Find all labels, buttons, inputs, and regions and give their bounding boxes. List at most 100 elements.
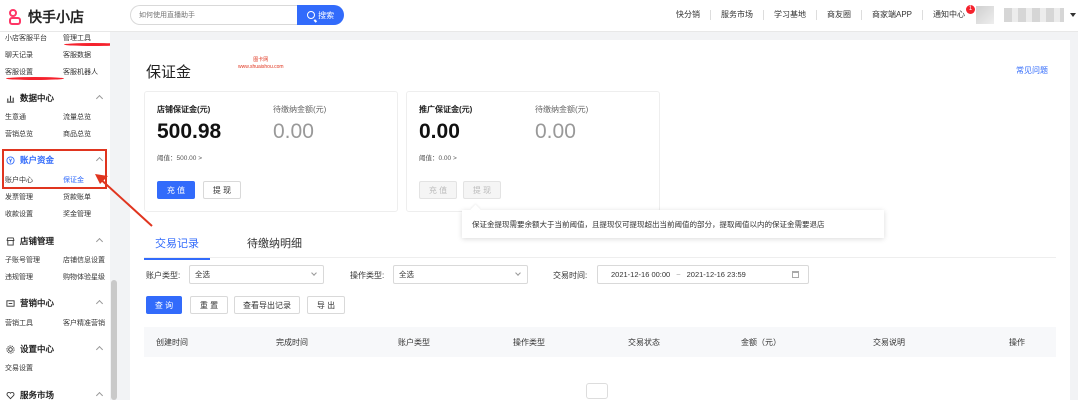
- sidebar-item-precision-marketing[interactable]: 客户精准营销: [63, 318, 110, 328]
- sidebar-row: 客服设置 客服机器人: [5, 67, 110, 84]
- sidebar-item-label: 客服设置: [5, 69, 33, 76]
- nav-service-market[interactable]: 服务市场: [710, 10, 763, 20]
- column-header: 金额（元）: [741, 337, 781, 347]
- view-export-records-button[interactable]: 查看导出记录: [234, 296, 300, 314]
- sidebar-item-violations[interactable]: 违规管理: [5, 272, 63, 282]
- operation-type-label: 操作类型:: [350, 271, 385, 280]
- faq-link[interactable]: 常见问题: [1016, 65, 1048, 76]
- tab-pending-details[interactable]: 待缴纳明细: [236, 232, 313, 260]
- operation-type-select[interactable]: 全选: [393, 265, 528, 284]
- sidebar-item-sub-accounts[interactable]: 子账号管理: [5, 255, 63, 265]
- export-button[interactable]: 导 出: [307, 296, 345, 314]
- sidebar-item-collection-settings[interactable]: 收款设置: [5, 209, 63, 219]
- sidebar-row: 违规管理 购物体验星级: [5, 272, 110, 282]
- account-menu-chevron-icon[interactable]: [1070, 13, 1076, 17]
- promo-recharge-button[interactable]: 充 值: [419, 181, 457, 199]
- withdraw-tooltip: 保证金提现需要余额大于当前阈值，且提现仅可提现超出当前阈值的部分，提取阈值以内的…: [462, 210, 884, 238]
- annotation-highlight-box: [2, 149, 107, 189]
- sidebar-group-settings-center[interactable]: 设置中心: [6, 343, 104, 355]
- trade-time-label: 交易时间:: [553, 271, 588, 280]
- search-bar: 搜索: [130, 5, 344, 25]
- marketing-icon: [6, 299, 15, 307]
- store-recharge-button[interactable]: 充 值: [157, 181, 195, 199]
- watermark: 图卡网 www.shuaishou.com: [238, 57, 284, 71]
- tab-transaction-records[interactable]: 交易记录: [144, 232, 210, 260]
- chevron-up-icon: [95, 299, 104, 308]
- sidebar-item-label: 管理工具: [63, 35, 91, 42]
- sidebar-item-invoice[interactable]: 发票管理: [5, 192, 63, 202]
- avatar[interactable]: [976, 6, 994, 24]
- sidebar-scrollbar[interactable]: [111, 280, 117, 400]
- watermark-line: 图卡网: [253, 57, 269, 63]
- sidebar-item-cs-data[interactable]: 客服数据: [63, 50, 110, 60]
- sidebar-group-data-center[interactable]: 数据中心: [6, 92, 104, 104]
- sidebar-item-shengyitong[interactable]: 生意通: [5, 112, 63, 122]
- search-icon: [307, 11, 316, 19]
- sidebar-item-payment-bill[interactable]: 货款账单: [63, 192, 110, 202]
- search-input[interactable]: [130, 5, 298, 25]
- sidebar-group-marketing-center[interactable]: 营销中心: [6, 297, 104, 309]
- nav-notification-center[interactable]: 通知中心 1: [922, 5, 976, 20]
- promo-withdraw-button[interactable]: 提 现: [463, 181, 501, 199]
- sidebar-item-product-overview[interactable]: 商品总览: [63, 129, 110, 139]
- page-title: 保证金: [146, 64, 192, 81]
- store-deposit-label: 店铺保证金(元): [157, 105, 211, 114]
- account-type-select[interactable]: 全选: [189, 265, 324, 284]
- column-header: 创建时间: [156, 337, 188, 347]
- query-button[interactable]: 查 询: [146, 296, 182, 314]
- account-name-blurred[interactable]: [1004, 8, 1064, 22]
- sidebar-item-store-info[interactable]: 店铺信息设置: [63, 255, 110, 265]
- trade-time-range-picker[interactable]: 2021-12-16 00:00 ~ 2021-12-16 23:59: [597, 265, 809, 284]
- sidebar-item-customer-service[interactable]: 小店客服平台: [5, 33, 63, 50]
- chevron-up-icon: [95, 391, 104, 400]
- brand-logo[interactable]: 快手小店: [8, 7, 84, 27]
- store-threshold[interactable]: 阈值：500.00 >: [157, 152, 202, 162]
- sidebar-item-bonus[interactable]: 奖金管理: [63, 209, 110, 219]
- heart-icon: [6, 391, 15, 399]
- sidebar-item-marketing-tools[interactable]: 营销工具: [5, 318, 63, 328]
- chevron-right-icon: >: [452, 155, 457, 162]
- notification-label: 通知中心: [933, 10, 966, 19]
- sidebar-group-store-management[interactable]: 店铺管理: [6, 235, 104, 247]
- chevron-up-icon: [95, 345, 104, 354]
- sidebar-group-title: 服务市场: [20, 390, 55, 400]
- chevron-down-icon: [515, 270, 521, 276]
- sidebar-item-management-tools[interactable]: 管理工具: [63, 33, 110, 50]
- search-button[interactable]: 搜索: [297, 5, 344, 25]
- promo-deposit-value: 0.00: [419, 120, 460, 143]
- sidebar-item-traffic-overview[interactable]: 流量总览: [63, 112, 110, 122]
- reset-button[interactable]: 重 置: [190, 296, 228, 314]
- gear-icon: [6, 344, 15, 354]
- sidebar-group-title: 营销中心: [20, 298, 55, 308]
- account-type-label: 账户类型:: [146, 271, 181, 280]
- nav-learning-base[interactable]: 学习基地: [763, 10, 816, 20]
- select-value: 全选: [399, 270, 414, 279]
- nav-kuaifenxiao[interactable]: 快分销: [666, 10, 710, 20]
- sidebar-item-cs-robot[interactable]: 客服机器人: [63, 67, 110, 84]
- chevron-down-icon: [311, 270, 317, 276]
- promo-deposit-label: 推广保证金(元): [419, 105, 473, 114]
- top-bar: 快手小店 搜索 快分销 服务市场 学习基地 商友圈 商家端APP 通知中心 1: [0, 0, 1078, 32]
- sidebar-item-trade-settings[interactable]: 交易设置: [5, 363, 63, 373]
- range-start: 2021-12-16 00:00: [611, 270, 671, 279]
- sidebar-group-title: 数据中心: [20, 93, 55, 103]
- store-withdraw-button[interactable]: 提 现: [203, 181, 241, 199]
- promo-threshold[interactable]: 阈值：0.00 >: [419, 152, 457, 162]
- store-pending-value: 0.00: [273, 120, 314, 143]
- store-deposit-card: 店铺保证金(元) 待缴纳金额(元) 500.98 0.00 阈值：500.00 …: [144, 91, 398, 212]
- nav-merchant-app[interactable]: 商家端APP: [861, 10, 922, 20]
- column-header: 账户类型: [398, 337, 430, 347]
- sidebar-item-marketing-overview[interactable]: 营销总览: [5, 129, 63, 139]
- range-end: 2021-12-16 23:59: [686, 270, 746, 279]
- sidebar-item-shopping-rating[interactable]: 购物体验星级: [63, 272, 110, 282]
- kuaishou-logo-icon: [8, 9, 24, 25]
- record-tabs: 交易记录 待缴纳明细: [144, 232, 313, 260]
- sidebar-item-cs-settings[interactable]: 客服设置: [5, 67, 64, 84]
- column-header: 操作类型: [513, 337, 545, 347]
- nav-merchant-circle[interactable]: 商友圈: [816, 10, 861, 20]
- sidebar-item-chat-records[interactable]: 聊天记录: [5, 50, 63, 60]
- empty-state-icon: [586, 383, 608, 399]
- sidebar-group-service-market[interactable]: 服务市场: [6, 389, 104, 400]
- select-value: 全选: [195, 270, 210, 279]
- tabs-divider: [144, 257, 1056, 258]
